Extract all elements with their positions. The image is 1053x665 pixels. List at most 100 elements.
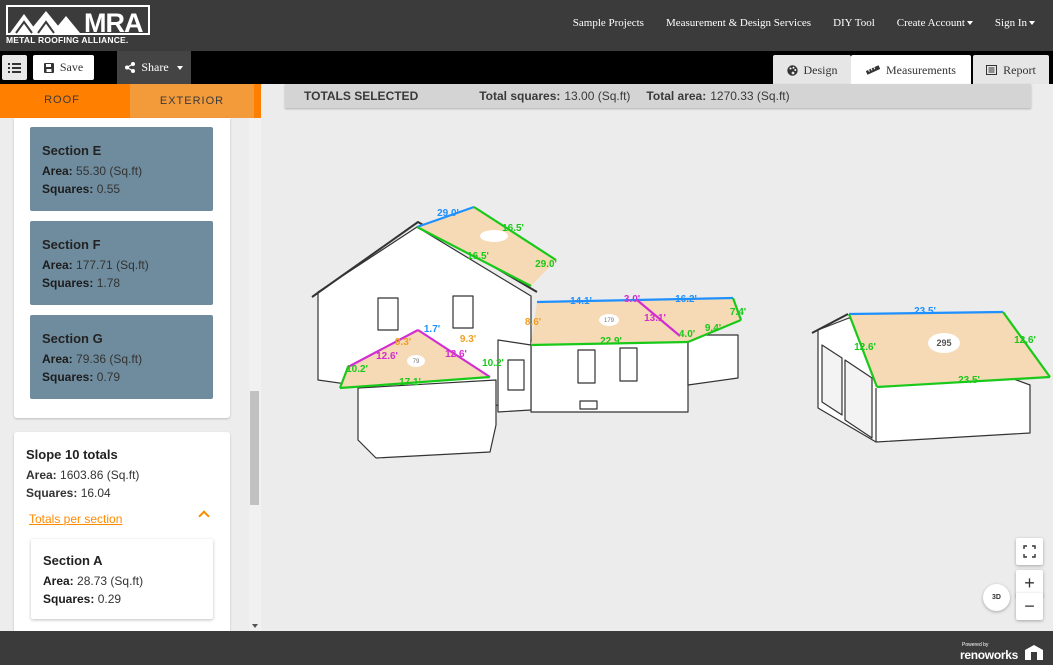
measure-label: 12.6' [376,351,398,362]
area-label: Area: [42,352,73,366]
vent [579,400,598,410]
ruler-icon [866,65,880,75]
fullscreen-button[interactable] [1016,538,1043,565]
measure-label: 22.9' [600,336,622,347]
measure-label: 10.2' [346,364,368,375]
measure-label: 3.0' [624,294,640,305]
nav-measurement-services[interactable]: Measurement & Design Services [666,17,811,29]
section-area: Area: 177.71 (Sq.ft) [42,256,201,274]
roof-mountains-icon [10,11,80,34]
zoom-in-icon: + [1024,573,1035,593]
tab-report-label: Report [1003,62,1036,77]
nav-create-account-label: Create Account [896,17,965,29]
window [377,297,399,331]
measure-label: 4.0' [679,329,695,340]
roof-tag-label: 179 [604,318,615,324]
logo-frame: MRA [6,5,150,38]
share-label: Share [141,60,169,74]
measure-label: 10.2' [482,358,504,369]
measure-label: 7.4' [730,307,746,318]
measure-label: 29.0' [535,259,557,270]
slope-area: Area: 1603.86 (Sq.ft) [26,468,139,482]
squares-label: Squares: [43,592,95,606]
renoworks-logo-icon [1025,645,1043,660]
3d-rotate-button[interactable]: 3D [983,584,1010,611]
nav-diy-tool[interactable]: DIY Tool [833,17,875,29]
section-card-g[interactable]: Section G Area: 79.36 (Sq.ft) Squares: 0… [30,315,213,399]
slope-squares-value: 16.04 [80,486,111,500]
section-card-f[interactable]: Section F Area: 177.71 (Sq.ft) Squares: … [30,221,213,305]
section-squares: Squares: 1.78 [42,274,201,292]
slope-area-value: 1603.86 (Sq.ft) [60,468,140,482]
roof-tag-label: 79 [413,359,420,365]
mra-logo[interactable]: MRA METAL ROOFING ALLIANCE. [6,5,156,45]
tab-design[interactable]: Design [773,55,851,85]
measure-label: 13.1' [644,313,666,324]
measure-label: 12.6' [1014,335,1036,346]
scroll-down-arrow-icon[interactable] [252,624,258,628]
section-squares: Squares: 0.55 [42,180,201,198]
roof-tag-label: 295 [936,338,951,348]
tab-design-label: Design [803,62,838,77]
share-button[interactable]: Share [117,51,191,84]
share-icon [125,62,136,73]
measure-label: 17.1' [399,377,421,388]
tab-exterior[interactable]: EXTERIOR [130,84,254,118]
nav-sample-projects[interactable]: Sample Projects [573,17,644,29]
menu-list-button[interactable] [2,55,27,80]
palette-icon [786,64,798,76]
squares-label: Squares: [26,486,78,500]
slope-totals-card: Slope 10 totals Area: 1603.86 (Sq.ft) Sq… [14,432,230,631]
area-label: Area: [43,574,74,588]
3d-rotate-label: 3D [992,594,1001,601]
caret-down-icon [1029,21,1035,26]
squares-label: Squares: [42,370,94,384]
section-card-e[interactable]: Section E Area: 55.30 (Sq.ft) Squares: 0… [30,127,213,211]
caret-down-icon [176,65,183,70]
tab-report[interactable]: Report [973,55,1049,85]
left-panel: ROOF EXTERIOR Section E Area: 55.30 (Sq.… [0,84,261,631]
list-icon [8,62,21,73]
window [619,347,638,382]
section-card-a[interactable]: Section A Area: 28.73 (Sq.ft) Squares: 0… [31,539,213,619]
section-title: Section G [42,331,103,346]
squares-value: 0.55 [96,182,121,196]
report-icon [986,65,998,75]
door [507,359,525,391]
tab-measurements-label: Measurements [886,62,956,77]
caret-down-icon [966,21,973,26]
footer: Powered by renoworks [0,631,1053,665]
area-value: 79.36 (Sq.ft) [76,352,143,366]
nav-sign-in-label: Sign In [994,17,1027,29]
nav-sign-in[interactable]: Sign In [995,17,1035,29]
tab-roof[interactable]: ROOF [0,84,124,118]
nav-links: Sample Projects Measurement & Design Ser… [573,0,1035,46]
save-button[interactable]: Save [33,55,94,80]
house-model[interactable]: 295 179 79 29.0' 16.5' 16.5' 29.0' 14.1'… [261,84,1053,631]
squares-value: 1.78 [96,276,121,290]
scrollbar-thumb[interactable] [250,391,259,505]
area-label: Area: [42,258,73,272]
measure-label: 1.7' [424,324,440,335]
squares-value: 0.29 [97,592,122,606]
3d-viewport[interactable]: TOTALS SELECTED Total squares: 13.00 (Sq… [261,84,1053,631]
nav-create-account[interactable]: Create Account [897,17,973,29]
section-title: Section E [42,143,102,158]
tab-measurements[interactable]: Measurements [851,55,971,85]
zoom-out-icon: − [1024,596,1035,616]
left-panel-scrollbar[interactable] [249,118,261,631]
totals-per-section-link[interactable]: Totals per section [29,512,122,526]
section-area: Area: 28.73 (Sq.ft) [43,572,201,590]
zoom-out-button[interactable]: − [1016,593,1043,620]
measure-label: 9.4' [705,323,721,334]
toolbar: Save Share Design Measurements Report [0,51,1053,85]
area-label: Area: [42,164,73,178]
measure-label: 12.6' [445,349,467,360]
left-panel-tabs: ROOF EXTERIOR [0,84,261,118]
squares-label: Squares: [42,276,94,290]
measure-label: 23.5' [958,375,980,386]
measure-label: 9.3' [460,334,476,345]
chevron-up-icon[interactable] [198,510,210,522]
area-value: 28.73 (Sq.ft) [77,574,144,588]
renoworks-brand: renoworks [960,648,1018,662]
